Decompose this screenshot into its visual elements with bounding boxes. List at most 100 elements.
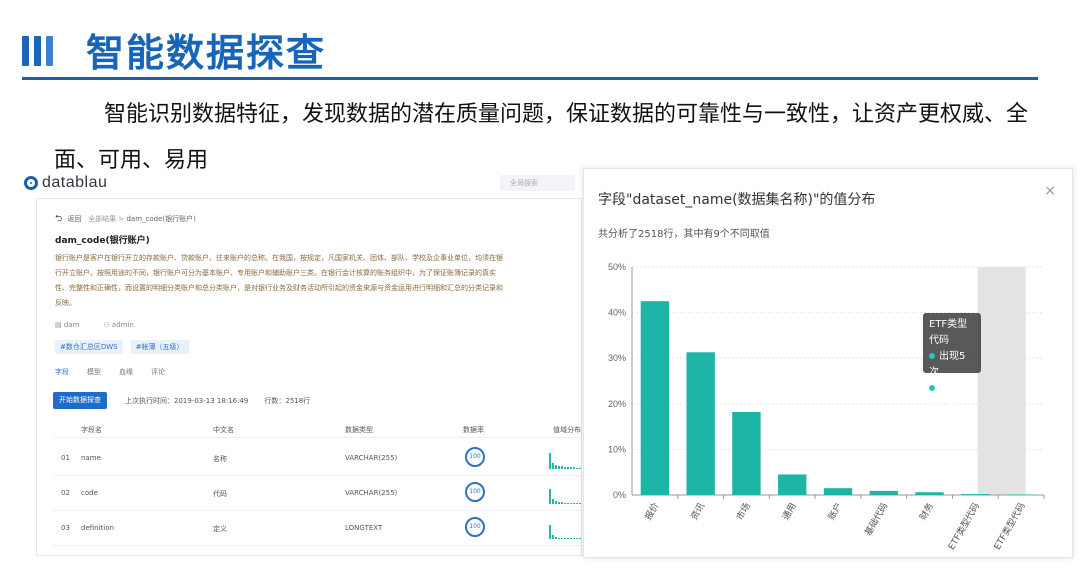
x-tick-label: 资讯 — [689, 501, 708, 522]
sparkline-bar — [558, 466, 560, 469]
data-rate-ring: 100 — [465, 447, 485, 467]
system-meta: ▤ dam — [55, 321, 79, 329]
tag-list: #数仓汇总区DWS #帐薄（五级） — [55, 340, 189, 354]
title-divider — [22, 77, 1038, 80]
sparkline-bar — [555, 501, 557, 504]
distribution-sparkline[interactable] — [549, 523, 581, 539]
sparkline-bar — [579, 538, 581, 539]
distribution-chart: 0% 10% 20% 30% 40% 50% 报价 资讯 市场 通用 账户 基础代码 财务 ETF类型代码… — [608, 262, 1045, 552]
sparkline-bar — [570, 503, 572, 504]
owner-name: admin — [111, 321, 134, 329]
x-tick-label: ETF类型代码 — [945, 501, 982, 552]
row-field-name: name — [81, 454, 101, 462]
x-tick-label: 市场 — [734, 501, 753, 523]
sparkline-bar — [567, 467, 569, 469]
breadcrumb-leaf: dam_code(银行账户) — [126, 215, 196, 223]
y-tick-label: 50% — [608, 262, 626, 272]
last-run-time: 上次执行时间：2019-03-13 18:16:49 — [125, 397, 249, 405]
x-tick-label: 财务 — [917, 501, 936, 523]
table-row[interactable]: 02 code 代码 VARCHAR(255) 100 — [53, 476, 581, 511]
x-tick-label: 账户 — [825, 501, 844, 523]
sparkline-bar — [555, 537, 557, 539]
fields-table-header: 字段名 中文名 数据类型 数据率 值域分布 — [53, 423, 581, 438]
modal-title: 字段"dataset_name(数据集名称)"的值分布 — [598, 192, 876, 208]
sparkline-bar — [549, 489, 551, 504]
sparkline-bar — [549, 453, 551, 469]
back-link[interactable]: 返回 — [67, 215, 81, 223]
sparkline-bar — [573, 467, 575, 469]
run-info: 上次执行时间：2019-03-13 18:16:49 行数：2518行 — [125, 396, 310, 406]
sparkline-bar — [552, 499, 554, 504]
y-tick-label: 30% — [608, 353, 626, 363]
col-distribution: 值域分布 — [553, 426, 581, 434]
sparkline-bar — [570, 538, 572, 539]
sparkline-bar — [567, 503, 569, 504]
y-tick-label: 40% — [608, 308, 626, 318]
owner-meta: ⚇ admin — [103, 321, 133, 329]
table-row[interactable]: 01 name 名称 VARCHAR(255) 100 — [53, 441, 581, 476]
sparkline-bar — [555, 465, 557, 469]
row-index: 01 — [61, 454, 70, 462]
sparkline-bar — [552, 463, 554, 469]
bar — [823, 488, 853, 495]
hover-band — [977, 267, 1026, 495]
chart-tooltip: ETF类型代码 出现5次 占比0.2% — [923, 313, 981, 410]
row-cn-name: 名称 — [213, 455, 227, 463]
tab-comments[interactable]: 评论 — [151, 367, 165, 377]
sparkline-bar — [573, 503, 575, 504]
sparkline-bar — [579, 503, 581, 504]
tag-item[interactable]: #帐薄（五级） — [130, 340, 189, 354]
data-rate-ring: 100 — [465, 517, 485, 537]
x-tick-label: 通用 — [780, 501, 799, 522]
row-cn-name: 定义 — [213, 525, 227, 533]
sparkline-bar — [576, 468, 578, 469]
value-distribution-modal: 字段"dataset_name(数据集名称)"的值分布 × 共分析了2518行，… — [583, 168, 1073, 558]
row-data-type: LONGTEXT — [345, 524, 383, 532]
back-icon[interactable]: ⮌ — [55, 214, 62, 224]
bar — [778, 474, 807, 495]
distribution-sparkline[interactable] — [549, 453, 581, 469]
sparkline-bar — [564, 503, 566, 504]
sparkline-bar — [567, 538, 569, 539]
breadcrumb-root[interactable]: 全部结果 — [88, 215, 116, 223]
tab-fields[interactable]: 字段 — [55, 367, 69, 377]
tab-lineage[interactable]: 血缘 — [119, 367, 133, 377]
row-cn-name: 代码 — [213, 490, 227, 498]
start-profiling-button[interactable]: 开始数据探查 — [53, 392, 107, 409]
sparkline-bar — [549, 525, 551, 539]
tag-item[interactable]: #数仓汇总区DWS — [55, 340, 123, 354]
user-icon: ⚇ — [103, 321, 112, 329]
sparkline-bar — [579, 468, 581, 469]
bar — [686, 352, 715, 495]
sparkline-bar — [558, 502, 560, 504]
col-field-name: 字段名 — [81, 426, 102, 434]
close-icon[interactable]: × — [1044, 183, 1056, 199]
sparkline-bar — [564, 538, 566, 539]
y-tick-label: 10% — [608, 444, 626, 454]
bar — [915, 492, 944, 495]
y-tick-label: 20% — [608, 399, 626, 409]
bar — [869, 490, 898, 495]
sparkline-bar — [576, 503, 578, 504]
tooltip-count-row: 出现5次 — [929, 349, 975, 381]
database-icon: ▤ — [55, 321, 64, 329]
tab-model[interactable]: 模型 — [87, 367, 101, 377]
row-index: 02 — [61, 489, 70, 497]
x-tick-label: ETF类型代码 — [991, 501, 1028, 552]
modal-subtitle: 共分析了2518行，其中有9个不同取值 — [598, 229, 770, 240]
y-tick-label: 0% — [613, 490, 626, 500]
distribution-sparkline[interactable] — [549, 488, 581, 504]
table-row[interactable]: 03 definition 定义 LONGTEXT 100 — [53, 511, 581, 546]
data-rate-ring: 100 — [465, 482, 485, 502]
slide-title: 智能数据探查 — [86, 31, 327, 75]
sparkline-bar — [561, 466, 563, 469]
breadcrumb: ⮌ 返回 全部结果 > dam_code(银行账户) — [55, 214, 196, 224]
row-index: 03 — [61, 524, 70, 532]
row-data-type: VARCHAR(255) — [345, 489, 398, 497]
asset-description: 银行账户是客户在银行开立的存款账户、贷款账户、往来账户的总称。在我国，按规定，凡… — [55, 254, 503, 307]
logo-icon — [24, 176, 38, 190]
row-field-name: definition — [81, 524, 114, 532]
row-count: 行数：2518行 — [264, 397, 311, 405]
global-search-input[interactable]: 全局搜索 — [500, 175, 575, 191]
title-bars-icon — [22, 36, 58, 66]
